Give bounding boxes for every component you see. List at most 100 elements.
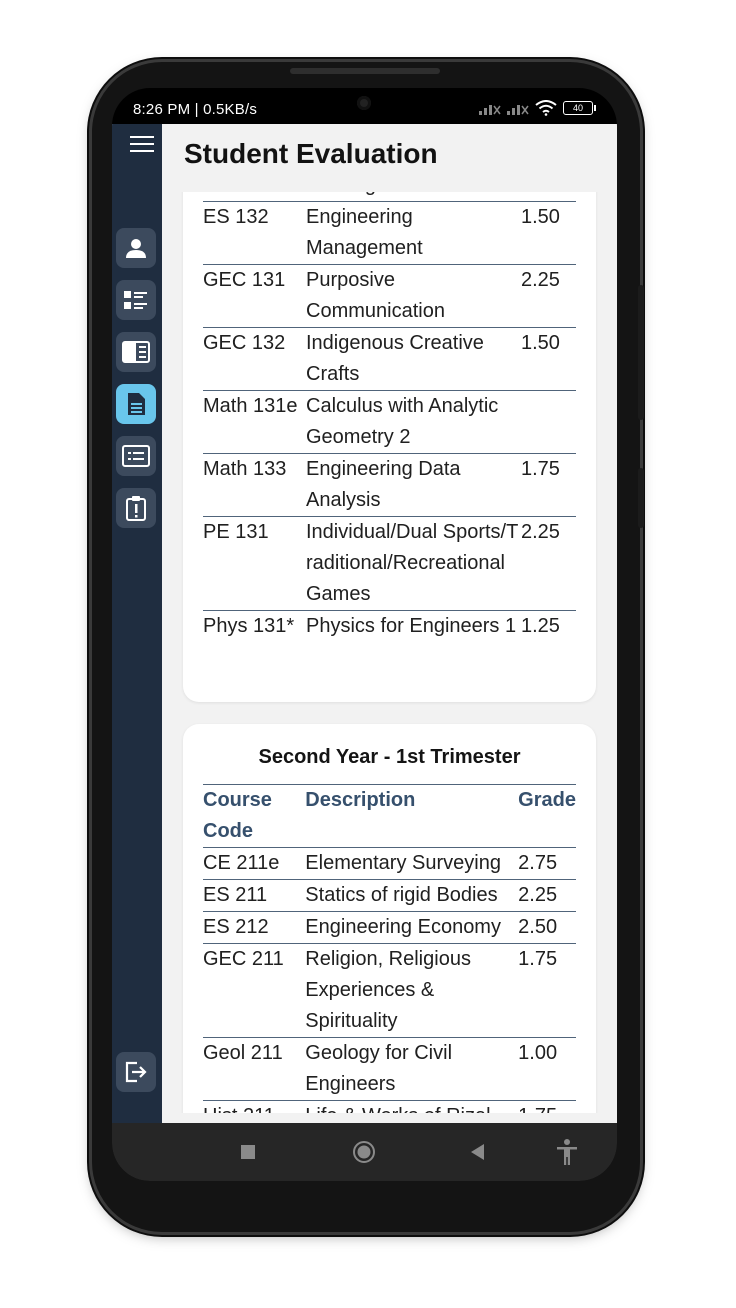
trimester-title: Second Year - 1st Trimester [258, 746, 521, 768]
course-description: Engineering Economy [305, 916, 501, 938]
course-grade: 1.50 [521, 206, 560, 228]
screen: 8:26 PM | 0.5KB/s 40 Student Evaluation … [112, 88, 617, 1181]
course-description: Indigenous Creative Crafts [306, 332, 484, 385]
course-description: Statics of rigid Bodies [305, 884, 498, 906]
course-grade: 2.25 [521, 269, 560, 291]
course-code: Phys 131* [203, 615, 295, 637]
wifi-icon [535, 100, 557, 116]
table-row: Math 133 Engineering Data Analysis 1.75 [203, 454, 576, 517]
battery-icon: 40 [563, 101, 596, 115]
sidebar-item-clipboard[interactable] [116, 488, 156, 528]
course-code: Hist 211 [203, 1101, 305, 1113]
trimester-table: Course Code Description Grade CE 211e El… [203, 784, 576, 1113]
course-code: PE 131 [203, 521, 269, 543]
course-description: Elementary Surveying [305, 852, 501, 874]
course-code [203, 192, 306, 202]
course-grade: 1.75 [521, 458, 560, 480]
table-row: ES 211 Statics of rigid Bodies 2.25 [203, 880, 576, 912]
table-row: PE 131 Individual/Dual Sports/Traditiona… [203, 517, 576, 611]
card-list-icon [122, 445, 150, 467]
clipboard-alert-icon [126, 496, 146, 521]
home-icon [353, 1141, 375, 1163]
back-icon [471, 1144, 484, 1160]
course-description: Drafting [306, 192, 521, 202]
course-grade: 1.75 [518, 1101, 576, 1113]
id-card-icon [122, 341, 150, 363]
course-code: Math 133 [203, 458, 287, 480]
course-grade: 1.75 [518, 948, 558, 970]
course-description: Religion, Religious Experiences & Spirit… [305, 948, 471, 1032]
course-grade: 1.50 [521, 332, 560, 354]
course-description: Individual/Dual Sports/Traditional/Recre… [306, 521, 519, 605]
course-grade: 2.25 [521, 521, 560, 543]
course-grade [521, 192, 576, 202]
list-icon [124, 291, 147, 309]
course-grade: 2.75 [518, 852, 558, 874]
sidebar-item-records[interactable] [116, 436, 156, 476]
status-bar: 8:26 PM | 0.5KB/s 40 [112, 88, 617, 126]
course-grade: 2.25 [518, 884, 558, 906]
trimester-card: Second Year - 1st Trimester Course Code … [183, 724, 596, 1113]
logout-button[interactable] [116, 1052, 156, 1092]
system-nav-bar [112, 1123, 617, 1181]
table-row: Drafting [203, 192, 576, 202]
course-code: ES 212 [203, 916, 269, 938]
table-header-row: Course Code Description Grade [203, 785, 576, 848]
table-row: GEC 211 Religion, Religious Experiences … [203, 944, 576, 1038]
course-grade: 1.25 [521, 615, 560, 637]
hamburger-menu-icon[interactable] [130, 136, 154, 156]
header-grade: Grade [518, 789, 576, 811]
course-description: Purposive Communication [306, 269, 445, 322]
table-row: GEC 132 Indigenous Creative Crafts 1.50 [203, 328, 576, 391]
table-row: ES 212 Engineering Economy 2.50 [203, 912, 576, 944]
course-description: Calculus with Analytic Geometry 2 [306, 395, 499, 448]
sidebar-item-evaluation[interactable] [116, 384, 156, 424]
signal-icon-2 [507, 105, 529, 115]
course-description: Geology for Civil Engineers [305, 1042, 453, 1095]
back-button[interactable] [458, 1123, 498, 1181]
page-title: Student Evaluation [184, 138, 438, 169]
sidebar-rail [112, 124, 162, 1123]
status-icons: 40 [479, 100, 596, 116]
table-row: Geol 211 Geology for Civil Engineers 1.0… [203, 1038, 576, 1101]
course-code: GEC 211 [203, 948, 284, 970]
sidebar-item-profile[interactable] [116, 228, 156, 268]
course-grade: 2.50 [518, 916, 558, 938]
course-description: Life & Works of Rizal [305, 1101, 518, 1113]
header-description: Description [305, 789, 416, 811]
document-icon [128, 393, 145, 415]
course-description: Physics for Engineers 1 [306, 615, 517, 637]
accessibility-button[interactable] [547, 1123, 587, 1181]
course-grade: 1.00 [518, 1042, 558, 1064]
volume-button [638, 285, 644, 420]
sidebar-item-list[interactable] [116, 280, 156, 320]
power-button [638, 468, 644, 528]
sidebar-item-id-card[interactable] [116, 332, 156, 372]
accessibility-icon [557, 1139, 577, 1165]
table-row: CE 211e Elementary Surveying 2.75 [203, 848, 576, 880]
table-row: ES 132 Engineering Management 1.50 [203, 202, 576, 265]
table-row: GEC 131 Purposive Communication 2.25 [203, 265, 576, 328]
course-code: GEC 131 [203, 269, 286, 291]
course-code: GEC 132 [203, 332, 286, 354]
recent-apps-icon [241, 1145, 255, 1159]
course-grade [521, 391, 576, 454]
home-button[interactable] [344, 1123, 384, 1181]
app-body: Student Evaluation Drafting ES 132 Engin… [112, 124, 617, 1123]
status-time: 8:26 PM | 0.5KB/s [133, 101, 258, 118]
front-camera [345, 88, 385, 126]
course-description: Engineering Management [306, 206, 423, 259]
course-code: Geol 211 [203, 1042, 283, 1064]
table-row: Phys 131* Physics for Engineers 1 1.25 [203, 611, 576, 643]
person-icon [126, 239, 146, 258]
content-scroll[interactable]: Drafting ES 132 Engineering Management 1… [162, 192, 617, 1113]
signal-icon [479, 105, 501, 115]
course-code: Math 131e [203, 395, 298, 417]
recent-apps-button[interactable] [228, 1123, 268, 1181]
grades-table: Drafting ES 132 Engineering Management 1… [203, 192, 576, 642]
earpiece-speaker [290, 68, 440, 74]
course-description: Engineering Data Analysis [306, 458, 461, 511]
grades-card: Drafting ES 132 Engineering Management 1… [183, 192, 596, 702]
table-row: Math 131e Calculus with Analytic Geometr… [203, 391, 576, 454]
header-course-code: Course Code [203, 789, 272, 842]
